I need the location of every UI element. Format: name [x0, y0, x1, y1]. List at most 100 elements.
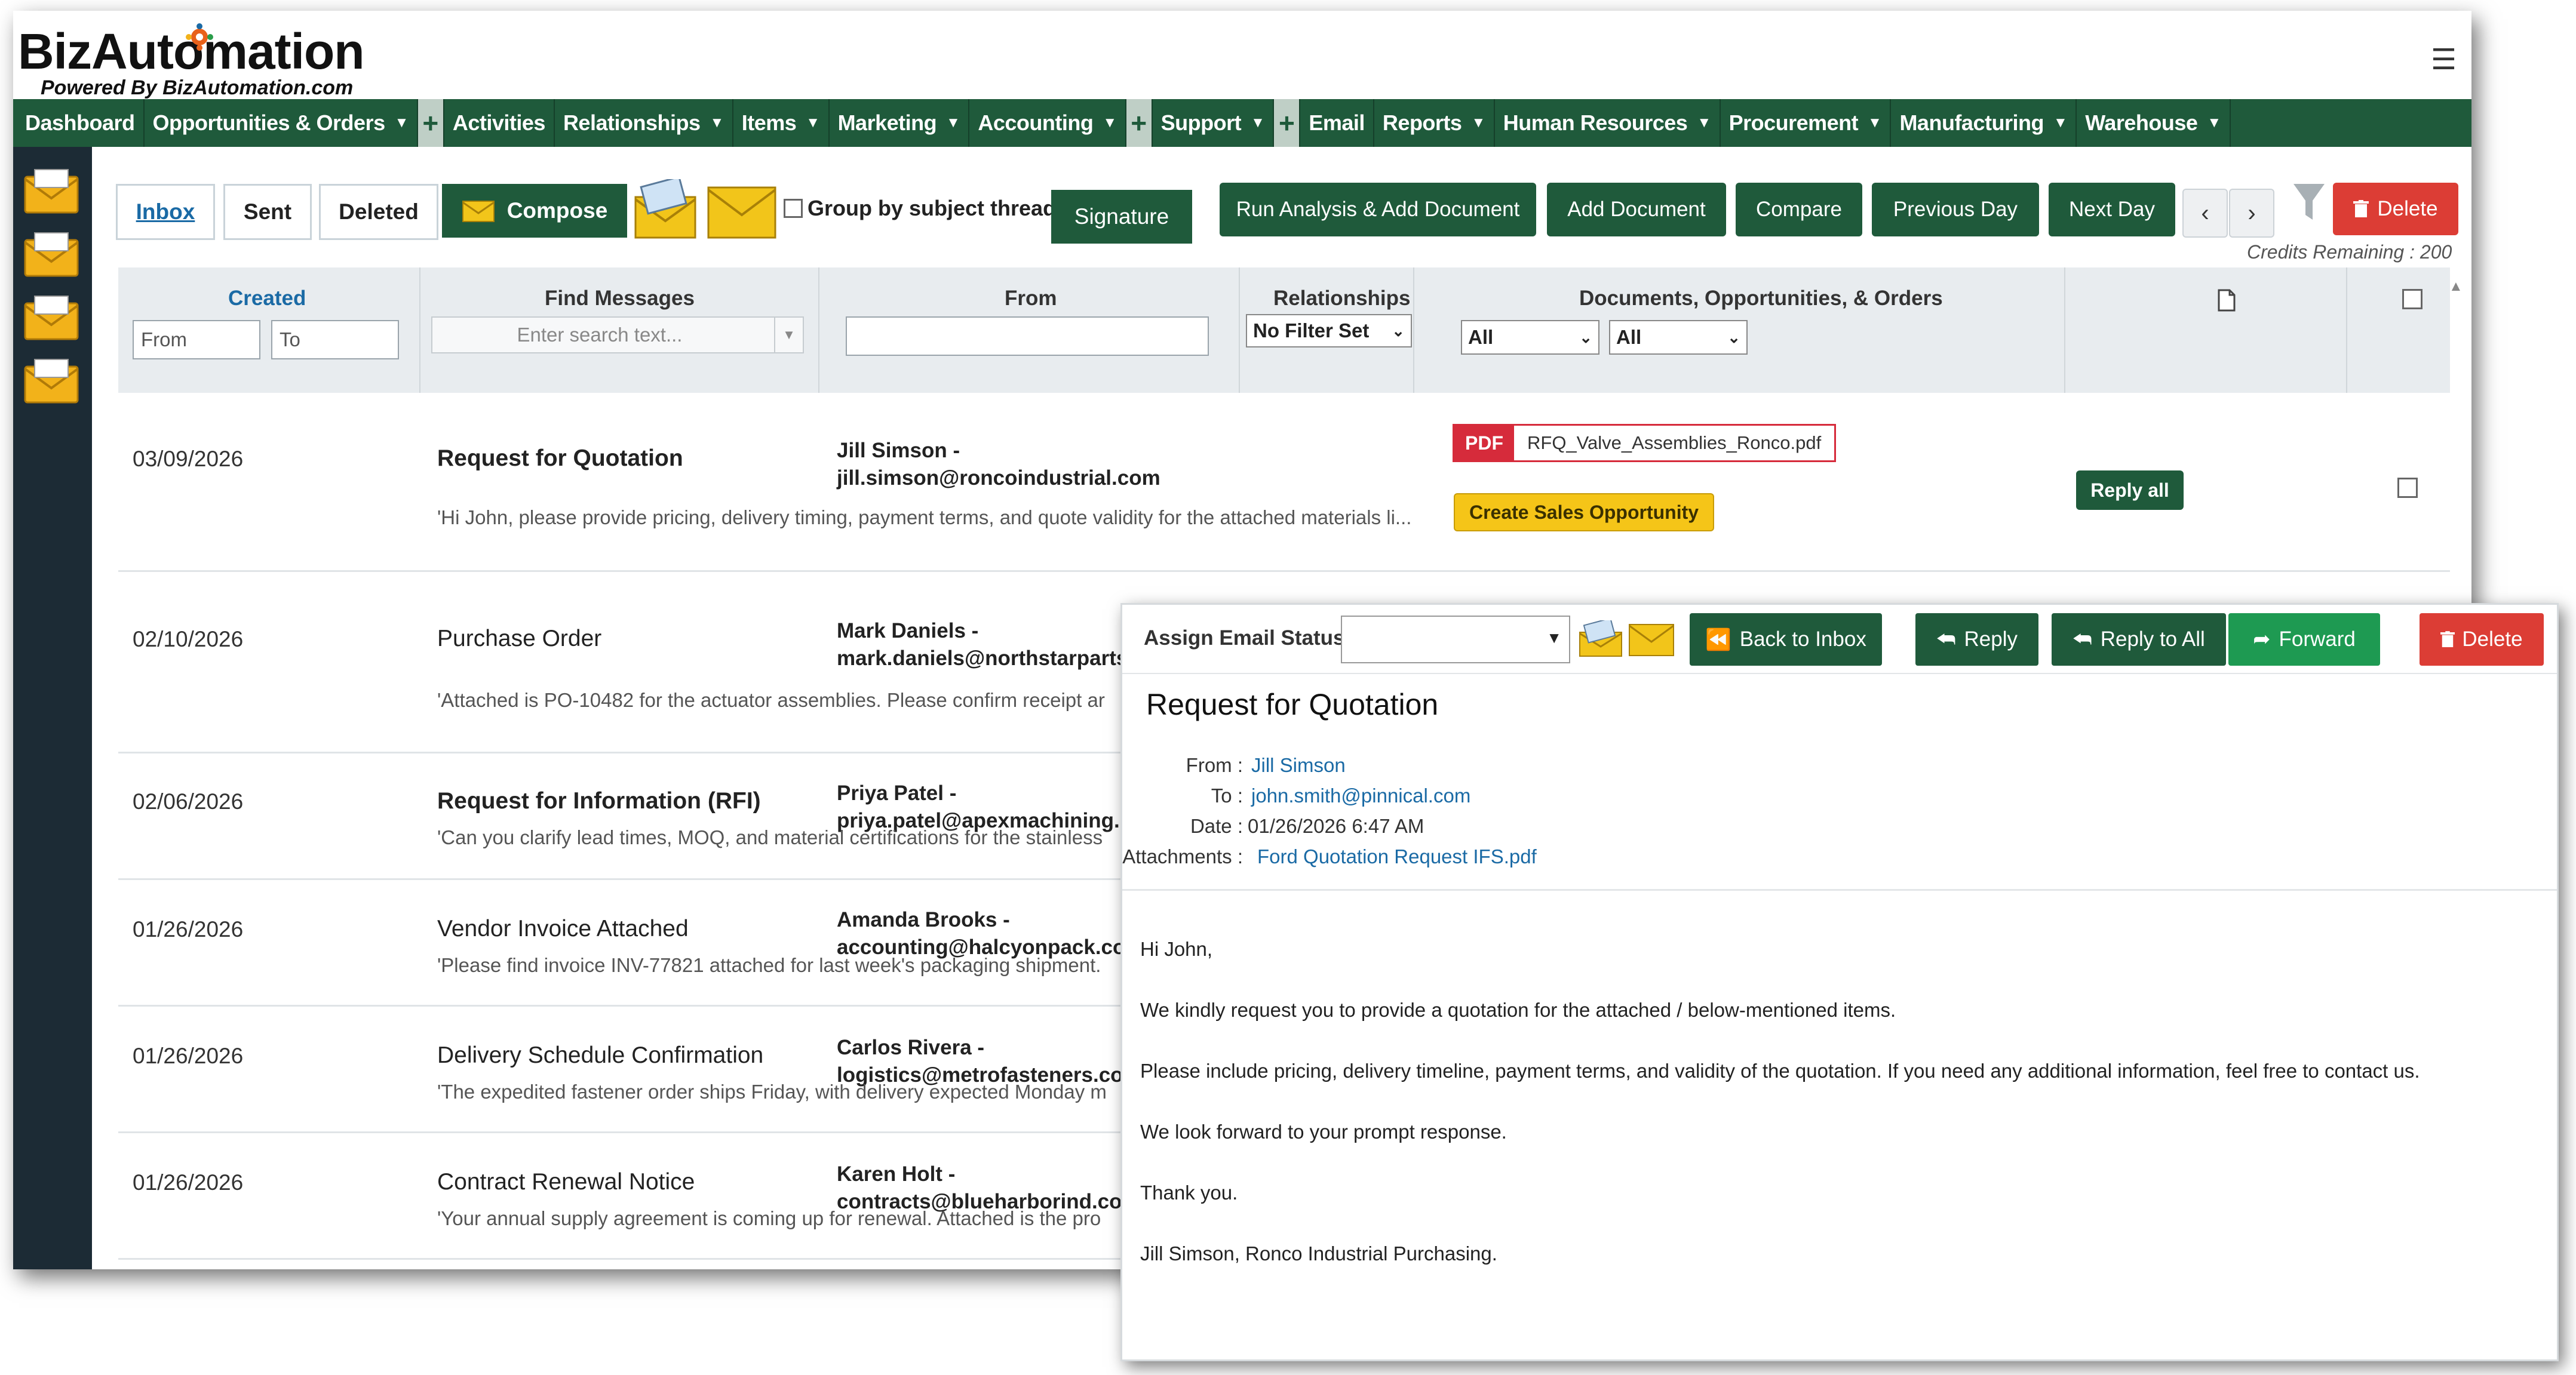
filter-icon[interactable] [2292, 182, 2326, 223]
nav-item-activities[interactable]: Activities [444, 99, 555, 147]
body-line: We look forward to your prompt response. [1140, 1121, 1507, 1143]
new-mail-icon[interactable] [632, 179, 699, 241]
previous-day-button[interactable]: Previous Day [1872, 183, 2039, 236]
caret-down-icon: ▼ [2207, 115, 2221, 131]
nav-add-button[interactable]: + [417, 99, 444, 147]
documents-filter-select-1[interactable]: All ⌄ [1461, 320, 1599, 355]
from-value-link[interactable]: Jill Simson [1251, 754, 1346, 777]
nav-item-label: Items [741, 110, 797, 135]
row-checkbox[interactable] [2397, 478, 2418, 498]
compose-button[interactable]: Compose [442, 184, 627, 238]
create-sales-opportunity-button[interactable]: Create Sales Opportunity [1454, 493, 1714, 531]
mail-envelope-icon[interactable] [1628, 623, 1675, 657]
nav-item-relationships[interactable]: Relationships ▼ [555, 99, 733, 147]
nav-item-label: Reports [1382, 110, 1462, 135]
signature-button[interactable]: Signature [1051, 190, 1192, 244]
nav-item-procurement[interactable]: Procurement ▼ [1721, 99, 1892, 147]
nav-item-opportunities-orders[interactable]: Opportunities & Orders ▼ [145, 99, 418, 147]
pdf-attachment[interactable]: PDF RFQ_Valve_Assemblies_Ronco.pdf [1453, 424, 1837, 462]
message-subject[interactable]: Purchase Order [437, 626, 601, 652]
nav-add-button[interactable]: + [1126, 99, 1153, 147]
drafts-folder-icon[interactable] [23, 295, 80, 342]
reply-to-all-button[interactable]: ⮪ Reply to All [2052, 613, 2226, 666]
relationships-select[interactable]: No Filter Set ⌄ [1246, 314, 1412, 347]
deleted-tab[interactable]: Deleted [319, 184, 438, 240]
back-to-inbox-button[interactable]: ⏪ Back to Inbox [1690, 613, 1882, 666]
group-by-checkbox[interactable] [784, 199, 803, 218]
chevron-down-icon: ⌄ [1392, 321, 1405, 340]
nav-item-label: Relationships [563, 110, 701, 135]
body-line: Jill Simson, Ronco Industrial Purchasing… [1140, 1242, 1497, 1265]
nav-item-label: Human Resources [1503, 110, 1688, 135]
reply-button[interactable]: ⮪ Reply [1915, 613, 2038, 666]
compare-button[interactable]: Compare [1736, 183, 1862, 236]
prev-arrow-button[interactable]: ‹ [2182, 189, 2228, 238]
new-mail-icon[interactable] [1577, 620, 1624, 659]
caret-down-icon: ▼ [1471, 115, 1485, 131]
sent-folder-icon[interactable] [23, 232, 80, 278]
nav-item-reports[interactable]: Reports ▼ [1374, 99, 1495, 147]
to-value-link[interactable]: john.smith@pinnical.com [1251, 785, 1470, 807]
reply-to-all-label: Reply to All [2100, 627, 2205, 651]
message-date: 01/26/2026 [133, 917, 244, 942]
select-all-checkbox[interactable] [2402, 289, 2423, 309]
nav-item-warehouse[interactable]: Warehouse ▼ [2077, 99, 2231, 147]
nav-add-button[interactable]: + [1274, 99, 1301, 147]
col-divider [419, 267, 420, 393]
to-label: To : [1211, 785, 1243, 807]
documents-filter-select-2[interactable]: All ⌄ [1609, 320, 1748, 355]
nav-item-manufacturing[interactable]: Manufacturing ▼ [1891, 99, 2077, 147]
add-document-button[interactable]: Add Document [1547, 183, 1726, 236]
documents-filter-value-2: All [1616, 326, 1642, 348]
detail-delete-button[interactable]: Delete [2420, 613, 2544, 666]
scroll-up-icon[interactable]: ▲ [2449, 278, 2463, 295]
nav-item-items[interactable]: Items ▼ [733, 99, 830, 147]
message-subject[interactable]: Vendor Invoice Attached [437, 916, 689, 942]
nav-item-human-resources[interactable]: Human Resources ▼ [1495, 99, 1721, 147]
reply-all-button[interactable]: Reply all [2076, 470, 2184, 510]
message-subject[interactable]: Request for Information (RFI) [437, 788, 761, 814]
nav-item-email[interactable]: Email [1300, 99, 1374, 147]
nav-item-label: Warehouse [2085, 110, 2198, 135]
created-column-header[interactable]: Created [228, 287, 306, 310]
search-input[interactable]: Enter search text... ▼ [431, 316, 804, 353]
from-filter-input[interactable] [846, 316, 1209, 356]
message-date: 01/26/2026 [133, 1170, 244, 1195]
search-dropdown-icon[interactable]: ▼ [774, 318, 803, 352]
nav-item-support[interactable]: Support ▼ [1153, 99, 1275, 147]
delete-label: Delete [2377, 197, 2438, 220]
message-from-name: Carlos Rivera - [837, 1036, 985, 1059]
message-subject[interactable]: Delivery Schedule Confirmation [437, 1042, 763, 1069]
archive-folder-icon[interactable] [23, 358, 80, 405]
next-day-button[interactable]: Next Day [2049, 183, 2175, 236]
trash-icon [2353, 200, 2369, 217]
credits-remaining: Credits Remaining : 200 [2247, 241, 2452, 263]
inbox-tab[interactable]: Inbox [116, 184, 215, 240]
nav-item-accounting[interactable]: Accounting ▼ [969, 99, 1126, 147]
next-arrow-button[interactable]: › [2229, 189, 2274, 238]
group-by-thread[interactable]: Group by subject thread [784, 196, 1056, 221]
message-snippet: 'Your annual supply agreement is coming … [437, 1207, 1101, 1229]
divider [1122, 889, 2557, 891]
created-from-input[interactable]: From [133, 320, 260, 359]
message-snippet: 'Can you clarify lead times, MOQ, and ma… [437, 826, 1103, 848]
nav-item-dashboard[interactable]: Dashboard [17, 99, 145, 147]
mail-envelope-icon[interactable] [706, 184, 778, 240]
forward-button[interactable]: ➦ Forward [2228, 613, 2380, 666]
hamburger-menu-icon[interactable]: ☰ [2431, 43, 2457, 76]
delete-button[interactable]: Delete [2333, 183, 2458, 235]
inbox-folder-icon[interactable] [23, 168, 80, 215]
message-subject[interactable]: Request for Quotation [437, 445, 683, 472]
compose-label: Compose [506, 198, 608, 223]
attachment-link[interactable]: Ford Quotation Request IFS.pdf [1257, 845, 1537, 868]
run-analysis-button[interactable]: Run Analysis & Add Document [1220, 183, 1536, 236]
caret-down-icon: ▼ [806, 115, 820, 131]
from-label: From : [1186, 754, 1243, 776]
message-subject[interactable]: Contract Renewal Notice [437, 1169, 695, 1195]
logo[interactable]: BizAutomation Powered By BizAutomation.c… [18, 18, 376, 107]
assign-status-select[interactable]: ▼ [1341, 616, 1570, 663]
sent-tab[interactable]: Sent [223, 184, 312, 240]
caret-down-icon: ▼ [2053, 115, 2068, 131]
created-to-input[interactable]: To [271, 320, 399, 359]
nav-item-marketing[interactable]: Marketing ▼ [830, 99, 970, 147]
